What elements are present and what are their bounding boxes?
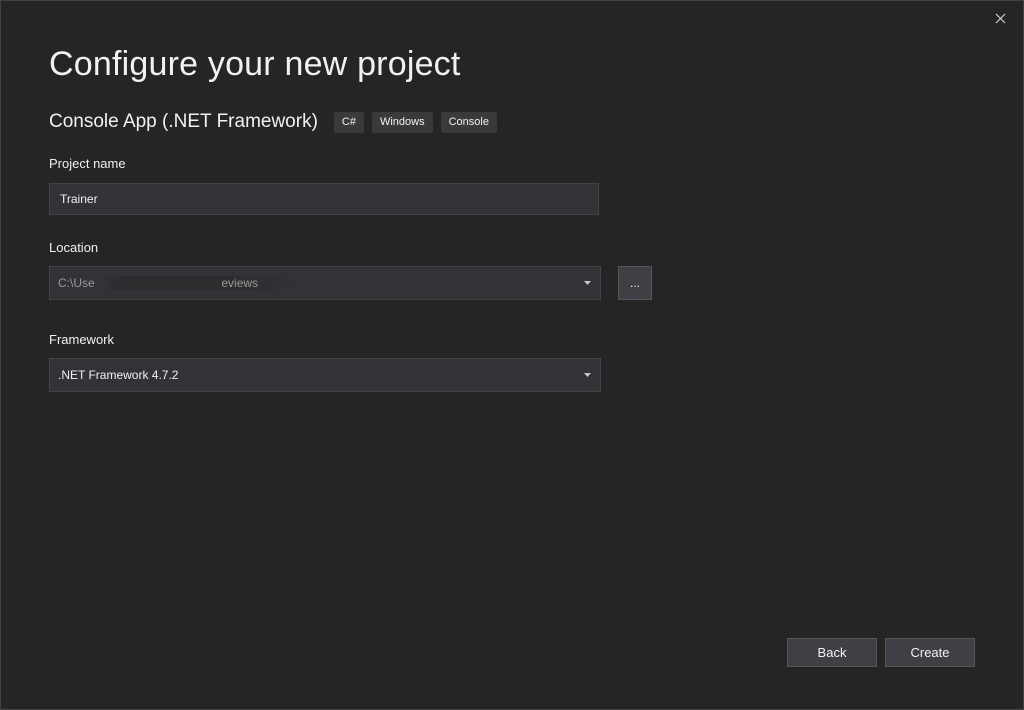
tag-project-type: Console <box>440 111 497 133</box>
create-button[interactable]: Create <box>885 638 975 667</box>
chevron-down-icon[interactable] <box>582 370 592 380</box>
tag-language: C# <box>333 111 364 133</box>
location-combobox[interactable]: C:\Use eviews <box>49 266 601 300</box>
browse-button[interactable]: ... <box>618 266 652 300</box>
framework-label: Framework <box>49 332 115 347</box>
page-title: Configure your new project <box>49 45 461 83</box>
configure-project-dialog: Configure your new project Console App (… <box>0 0 1024 710</box>
close-button[interactable] <box>989 7 1011 29</box>
close-icon <box>995 13 1005 23</box>
template-name: Console App (.NET Framework) <box>49 111 318 132</box>
location-value: C:\Use eviews <box>58 276 582 290</box>
framework-combobox[interactable]: .NET Framework 4.7.2 <box>49 358 601 392</box>
template-info: Console App (.NET Framework) C# Windows … <box>49 111 505 133</box>
chevron-down-icon[interactable] <box>582 278 592 288</box>
framework-value: .NET Framework 4.7.2 <box>58 368 179 382</box>
location-label: Location <box>49 240 99 255</box>
project-name-input[interactable] <box>49 183 599 215</box>
project-name-label: Project name <box>49 156 126 171</box>
back-button[interactable]: Back <box>787 638 877 667</box>
tag-platform: Windows <box>371 111 433 133</box>
